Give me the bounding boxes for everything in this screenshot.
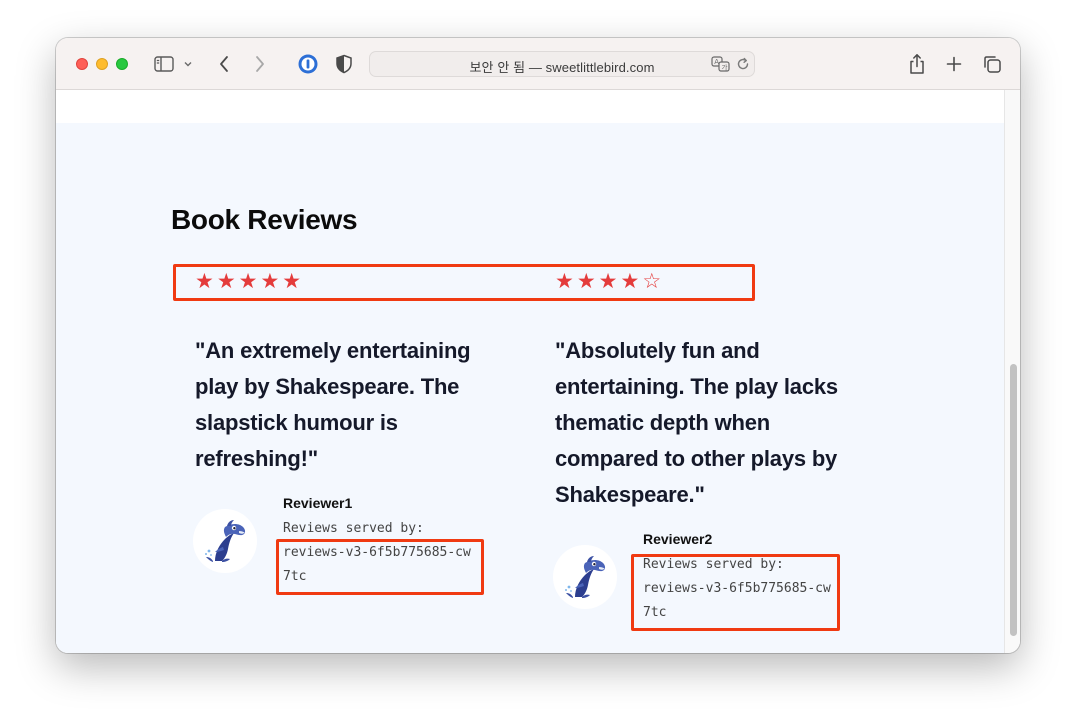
served-by-label: Reviews served by: [283, 521, 424, 536]
reviewer-avatar [553, 545, 617, 609]
minimize-window-button[interactable] [96, 58, 108, 70]
vertical-scrollbar[interactable] [1004, 90, 1020, 653]
page-content: Book Reviews ★★★★★ ★★★★☆ "An extremely e… [56, 90, 1004, 653]
reviews-section: Book Reviews ★★★★★ ★★★★☆ "An extremely e… [56, 123, 1004, 653]
chevron-right-icon[interactable] [248, 52, 272, 76]
share-icon[interactable] [905, 52, 929, 76]
reload-icon[interactable] [732, 53, 754, 75]
star-empty-icon: ☆ [642, 270, 665, 293]
address-bar-text: 보안 안 됨 — sweetlittlebird.com [469, 60, 655, 75]
dolphin-icon [565, 556, 606, 598]
chevron-left-icon[interactable] [212, 52, 236, 76]
served-by-highlight [276, 539, 484, 595]
browser-toolbar: 보안 안 됨 — sweetlittlebird.com A가 [56, 38, 1020, 90]
star-filled-icon: ★★★★ [555, 270, 643, 293]
reviewer-name: Reviewer1 [283, 495, 353, 511]
page-title: Book Reviews [171, 204, 358, 235]
dolphin-icon [205, 520, 246, 562]
svg-text:A: A [714, 58, 719, 66]
close-window-button[interactable] [76, 58, 88, 70]
star-filled-icon: ★★★★★ [195, 270, 305, 293]
zoom-window-button[interactable] [116, 58, 128, 70]
rating-stars-review-2: ★★★★☆ [555, 270, 664, 294]
translate-icon[interactable]: A가 [710, 53, 732, 75]
password-manager-icon[interactable] [296, 52, 320, 76]
scrollbar-thumb[interactable] [1010, 364, 1017, 636]
rating-stars-review-1: ★★★★★ [195, 270, 304, 294]
plus-icon[interactable] [942, 52, 966, 76]
shield-icon[interactable] [332, 52, 356, 76]
served-by-highlight [631, 554, 840, 631]
review-text: "An extremely entertaining play by Shake… [195, 338, 471, 471]
sidebar-icon[interactable] [152, 52, 176, 76]
chevron-down-icon[interactable] [180, 52, 196, 76]
browser-window: 보안 안 됨 — sweetlittlebird.com A가 Book Rev… [56, 38, 1020, 653]
reviewer-avatar [193, 509, 257, 573]
review-text: "Absolutely fun and entertaining. The pl… [555, 338, 838, 507]
reviewer-name: Reviewer2 [643, 531, 713, 547]
tab-overview-icon[interactable] [980, 52, 1004, 76]
svg-text:가: 가 [722, 62, 728, 71]
address-bar[interactable]: 보안 안 됨 — sweetlittlebird.com A가 [369, 51, 755, 77]
